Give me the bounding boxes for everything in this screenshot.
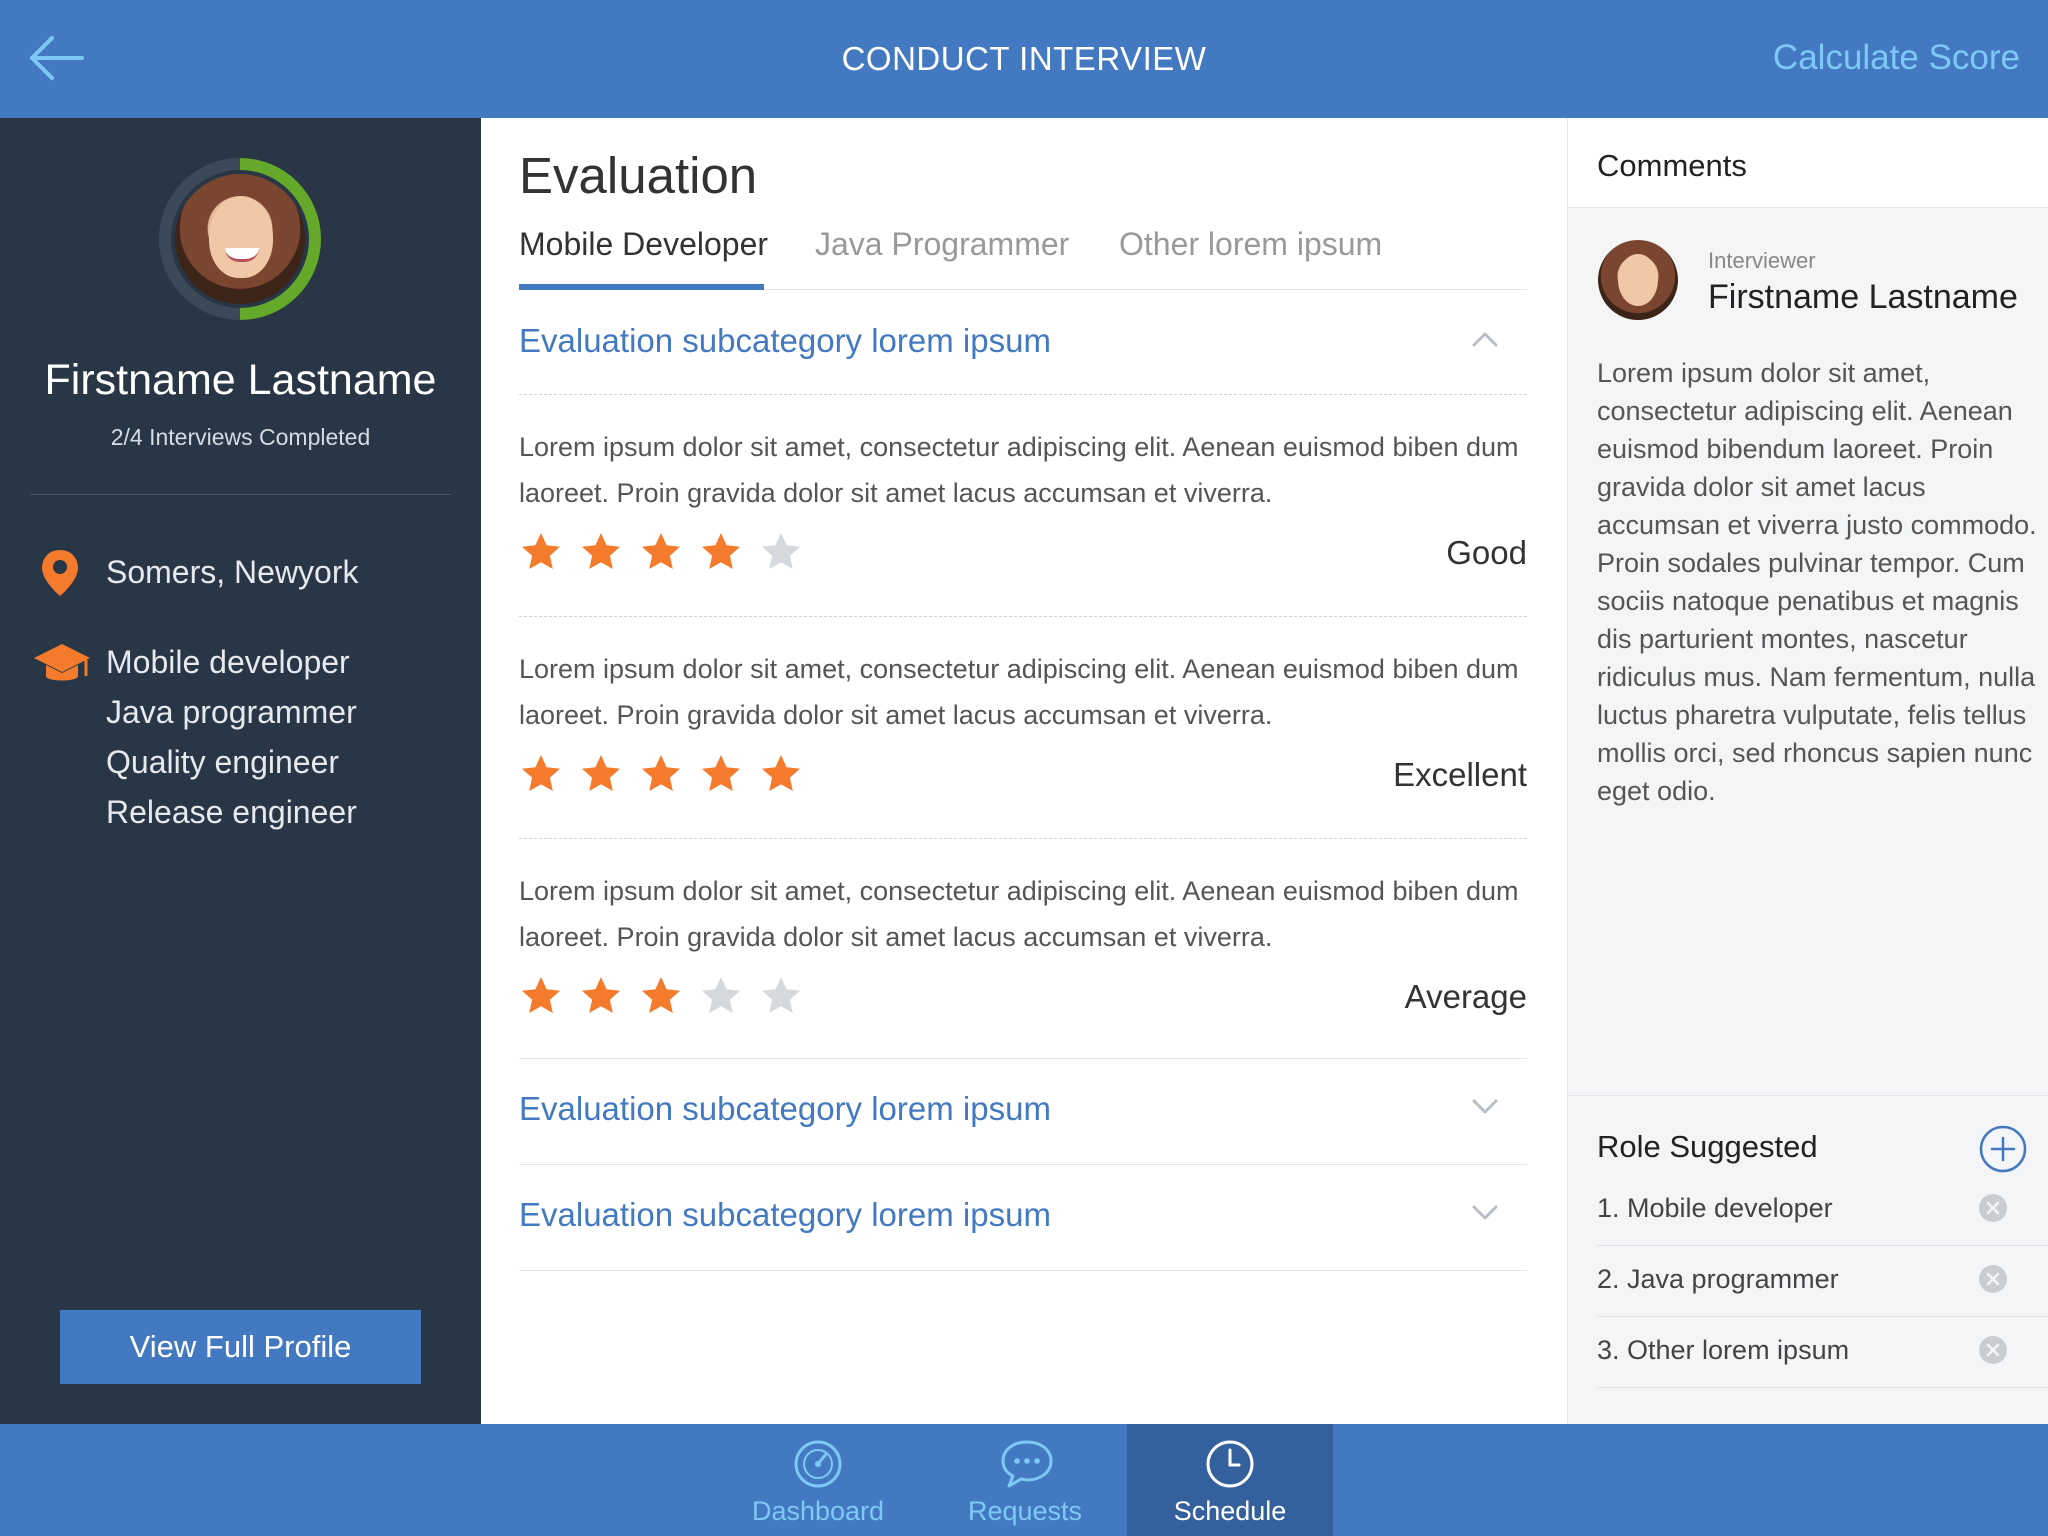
remove-role-button[interactable] [1978,1193,2008,1223]
criterion-text: Lorem ipsum dolor sit amet, consectetur … [519,876,1519,952]
criterion-text: Lorem ipsum dolor sit amet, consectetur … [519,654,1519,730]
chevron-down-icon [1472,1099,1498,1114]
comments-panel: Comments Interviewer Firstname Lastname … [1567,118,2048,1424]
divider [519,838,1527,839]
tab-java-programmer[interactable]: Java Programmer [815,226,1069,263]
remove-role-button[interactable] [1978,1335,2008,1365]
role-suggested-title: Role Suggested [1597,1129,1818,1164]
interviews-completed-text: 2/4 Interviews Completed [110,424,371,450]
divider [519,394,1527,395]
add-role-button[interactable] [1978,1124,2028,1174]
candidate-avatar [171,170,309,308]
subcategory-header-3[interactable]: Evaluation subcategory lorem ipsum [519,1166,1527,1270]
star-icon[interactable] [699,530,743,574]
nav-tab-label: Dashboard [751,1496,885,1526]
star-icon[interactable] [759,530,803,574]
nav-tab-schedule[interactable]: Schedule [1127,1424,1333,1536]
interviewer-avatar [1598,240,1678,320]
graduation-cap-icon [34,644,90,681]
subcategory-header-1[interactable]: Evaluation subcategory lorem ipsum [519,292,1527,396]
interviewer-label: Interviewer [1708,248,1816,273]
tab-other[interactable]: Other lorem ipsum [1119,226,1382,263]
role-item: Quality engineer [106,744,340,780]
evaluation-panel: Evaluation Mobile Developer Java Program… [481,118,1567,1424]
star-icon[interactable] [699,752,743,796]
comment-text: Lorem ipsum dolor sit amet, consectetur … [1597,358,2037,806]
evaluation-tabs: Mobile Developer Java Programmer Other l… [519,226,1527,290]
roles-list: Mobile developer Java programmer Quality… [106,642,357,842]
calculate-score-button[interactable]: Calculate Score [1773,38,2020,78]
divider [519,1058,1527,1059]
active-tab-indicator [519,284,764,290]
subcategory-header-2[interactable]: Evaluation subcategory lorem ipsum [519,1060,1527,1164]
nav-tab-dashboard[interactable]: Dashboard [715,1424,921,1536]
chevron-up-icon [1472,332,1498,347]
suggested-role-text: 3. Other lorem ipsum [1597,1335,1850,1365]
suggested-role-item: 1. Mobile developer [1597,1175,2048,1246]
subcategory-title: Evaluation subcategory lorem ipsum [519,1196,1051,1233]
criterion-3: Lorem ipsum dolor sit amet, consectetur … [519,868,1527,1028]
evaluation-title: Evaluation [519,147,758,204]
suggested-role-item: 3. Other lorem ipsum [1597,1317,2048,1388]
role-item: Java programmer [106,694,357,730]
interviewer-name: Firstname Lastname [1708,278,2018,316]
rating-label: Good [1446,534,1527,571]
candidate-name: Firstname Lastname [44,356,437,404]
candidate-sidebar: Firstname Lastname 2/4 Interviews Comple… [0,118,481,1424]
star-icon[interactable] [519,752,563,796]
divider [519,616,1527,617]
criterion-text: Lorem ipsum dolor sit amet, consectetur … [519,432,1519,508]
tab-mobile-developer[interactable]: Mobile Developer [519,226,768,263]
star-icon[interactable] [579,530,623,574]
star-icon[interactable] [639,752,683,796]
location-pin-icon [42,550,78,596]
rating-label: Average [1404,978,1527,1015]
star-icon[interactable] [759,752,803,796]
top-bar: CONDUCT INTERVIEW Calculate Score [0,0,2048,118]
comments-title: Comments [1597,148,1747,183]
star-icon[interactable] [639,530,683,574]
divider [519,1164,1527,1165]
divider [1568,1095,2048,1096]
star-icon[interactable] [699,974,743,1018]
criterion-1: Lorem ipsum dolor sit amet, consectetur … [519,424,1527,584]
suggested-role-text: 2. Java programmer [1597,1264,1839,1294]
sidebar-divider [30,494,451,495]
rating-label: Excellent [1393,756,1527,793]
bottom-tab-bar: Dashboard Requests Schedule [0,1424,2048,1536]
criterion-2: Lorem ipsum dolor sit amet, consectetur … [519,646,1527,806]
star-icon[interactable] [519,974,563,1018]
nav-tab-requests[interactable]: Requests [922,1424,1128,1536]
location-text: Somers, Newyork [106,554,359,590]
chevron-down-icon [1472,1205,1498,1220]
star-icon[interactable] [519,530,563,574]
star-icon[interactable] [579,974,623,1018]
star-icon[interactable] [579,752,623,796]
page-title: CONDUCT INTERVIEW [841,40,1207,77]
suggested-role-item: 2. Java programmer [1597,1246,2048,1317]
star-icon[interactable] [759,974,803,1018]
view-full-profile-button[interactable]: View Full Profile [60,1310,421,1384]
clock-icon [1206,1440,1254,1488]
star-icon[interactable] [639,974,683,1018]
dashboard-icon [794,1440,842,1488]
nav-tab-label: Schedule [1173,1496,1287,1526]
subcategory-title: Evaluation subcategory lorem ipsum [519,1090,1051,1127]
divider [519,1270,1527,1271]
subcategory-title: Evaluation subcategory lorem ipsum [519,322,1051,359]
role-item: Mobile developer [106,644,350,680]
interview-progress-ring [159,158,321,320]
comments-header: Comments [1568,118,2048,208]
nav-tab-label: Requests [967,1496,1083,1526]
remove-role-button[interactable] [1978,1264,2008,1294]
suggested-role-text: 1. Mobile developer [1597,1193,1833,1223]
chat-bubble-icon [1001,1440,1053,1488]
role-item: Release engineer [106,794,357,830]
